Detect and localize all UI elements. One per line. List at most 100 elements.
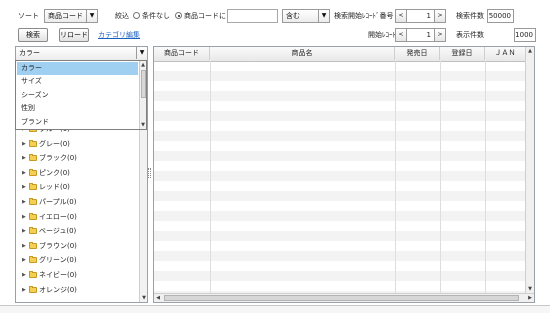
tree-item[interactable]: ▶ パープル(0) [22,196,77,208]
radio-product-code[interactable] [175,12,182,19]
tree-item[interactable]: ▶ レッド(0) [22,181,70,193]
column-header[interactable]: 登録日 [440,47,485,60]
tree-item[interactable]: ▶ ネイビー(0) [22,269,77,281]
tree-item[interactable]: ▶ グリーン(0) [22,254,77,266]
dropdown-option[interactable]: ブランド [17,116,138,129]
tree-item[interactable]: ▶ イエロー(0) [22,211,77,223]
column-header[interactable]: 発売日 [395,47,440,60]
expand-icon[interactable]: ▶ [22,284,29,296]
tree-item-label: ベージュ(0) [39,227,77,236]
sort-label: ソート [18,12,39,20]
filter-text-input[interactable] [227,9,278,23]
scroll-down-icon[interactable]: ▼ [140,294,148,302]
tree-item[interactable]: ▶ ピンク(0) [22,167,70,179]
search-start-value: 1 [426,12,431,20]
tree-item[interactable]: ▶ ブラック(0) [22,152,77,164]
increment-icon[interactable]: > [434,29,445,41]
display-start-spinner[interactable]: < 1 > [395,28,446,42]
search-button[interactable]: 検索 [18,28,48,42]
radio-no-condition-label: 条件なし [142,12,170,20]
chevron-down-icon: ▼ [86,10,97,22]
tree-item-label: レッド(0) [39,183,70,192]
scroll-thumb[interactable] [141,70,146,98]
dropdown-option[interactable]: 性別 [17,102,138,115]
tree-item-label: ピンク(0) [39,168,70,177]
filter-label: 絞込 [115,12,129,20]
tree-item-label: イエロー(0) [39,212,77,221]
radio-no-condition[interactable] [133,12,140,19]
category-edit-link[interactable]: カテゴリ編集 [98,30,140,40]
tree-item[interactable]: ▶ ベージュ(0) [22,225,76,237]
dropdown-option[interactable]: カラー [17,62,138,75]
folder-icon [29,212,37,220]
search-start-label: 検索開始ﾚｺｰﾄﾞ番号 [334,12,394,20]
column-divider [485,61,486,293]
scroll-right-icon[interactable]: ▶ [526,294,534,302]
expand-icon[interactable]: ▶ [22,225,29,237]
folder-icon [29,256,37,264]
expand-icon[interactable]: ▶ [22,196,29,208]
folder-icon [29,168,37,176]
search-count-input[interactable]: 50000 [487,9,514,23]
expand-icon[interactable]: ▶ [22,138,29,150]
tree-item-label: ブラック(0) [39,154,77,163]
tree-item[interactable]: ▶ オレンジ(0) [22,284,77,296]
column-header[interactable]: 商品名 [210,47,395,60]
folder-icon [29,198,37,205]
match-select-value: 含む [286,12,300,20]
tree-item-label: グリーン(0) [39,256,77,265]
folder-icon [29,227,37,235]
tree-item[interactable]: ▶ グレー(0) [22,138,70,150]
splitter-handle[interactable] [148,168,151,178]
expand-icon[interactable]: ▶ [22,167,29,179]
tree-item-label: グレー(0) [39,139,70,148]
expand-icon[interactable]: ▶ [22,240,29,252]
category-select-value: カラー [19,49,40,57]
tree-item-label: パープル(0) [39,198,77,206]
grid-horizontal-scrollbar[interactable]: ◀ ▶ [154,293,534,302]
scroll-left-icon[interactable]: ◀ [154,294,162,302]
scroll-down-icon[interactable]: ▼ [139,121,147,129]
column-header[interactable]: 商品コード [154,47,210,60]
tree-item-label: オレンジ(0) [39,285,77,294]
folder-icon [29,139,37,147]
grid-header: 商品コード 商品名 発売日 登録日 ＪＡＮ [154,47,534,62]
expand-icon[interactable]: ▶ [22,181,29,193]
sort-select[interactable]: 商品コード ▼ [44,9,98,23]
folder-icon [29,271,37,278]
column-header[interactable]: ＪＡＮ [485,47,526,60]
sort-select-value: 商品コード [48,12,83,20]
increment-icon[interactable]: > [434,10,445,22]
chevron-down-icon: ▼ [136,47,147,59]
display-start-value: 1 [426,31,431,39]
search-start-spinner[interactable]: < 1 > [395,9,446,23]
scroll-down-icon[interactable]: ▼ [526,285,534,293]
decrement-icon[interactable]: < [396,29,407,41]
scroll-thumb[interactable] [164,295,519,301]
dropdown-scrollbar[interactable]: ▲ ▼ [139,61,146,129]
tree-item-label: ブラウン(0) [39,241,77,250]
expand-icon[interactable]: ▶ [22,211,29,223]
folder-icon [29,183,37,191]
reload-button[interactable]: リロード [59,28,89,42]
dropdown-option[interactable]: シーズン [17,89,138,102]
category-select[interactable]: カラー ▼ [16,47,147,61]
radio-product-code-label: 商品コードに [184,12,226,20]
expand-icon[interactable]: ▶ [22,254,29,266]
scroll-up-icon[interactable]: ▲ [526,47,534,55]
folder-icon [29,241,37,249]
grid-vertical-scrollbar[interactable]: ▲ ▼ [525,47,534,293]
expand-icon[interactable]: ▶ [22,152,29,164]
product-grid: 商品コード 商品名 発売日 登録日 ＪＡＮ ▲ ▼ ◀ ▶ [153,46,535,303]
folder-icon [29,285,37,293]
category-dropdown-list: ▲ ▼ カラー サイズ シーズン 性別 ブランド [15,60,147,130]
display-count-input[interactable]: 1000 [514,28,536,42]
column-divider [395,61,396,293]
scroll-up-icon[interactable]: ▲ [139,61,147,69]
decrement-icon[interactable]: < [396,10,407,22]
dropdown-option[interactable]: サイズ [17,75,138,88]
match-select[interactable]: 含む ▼ [282,9,330,23]
column-divider [210,61,211,293]
expand-icon[interactable]: ▶ [22,269,29,281]
tree-item[interactable]: ▶ ブラウン(0) [22,240,77,252]
